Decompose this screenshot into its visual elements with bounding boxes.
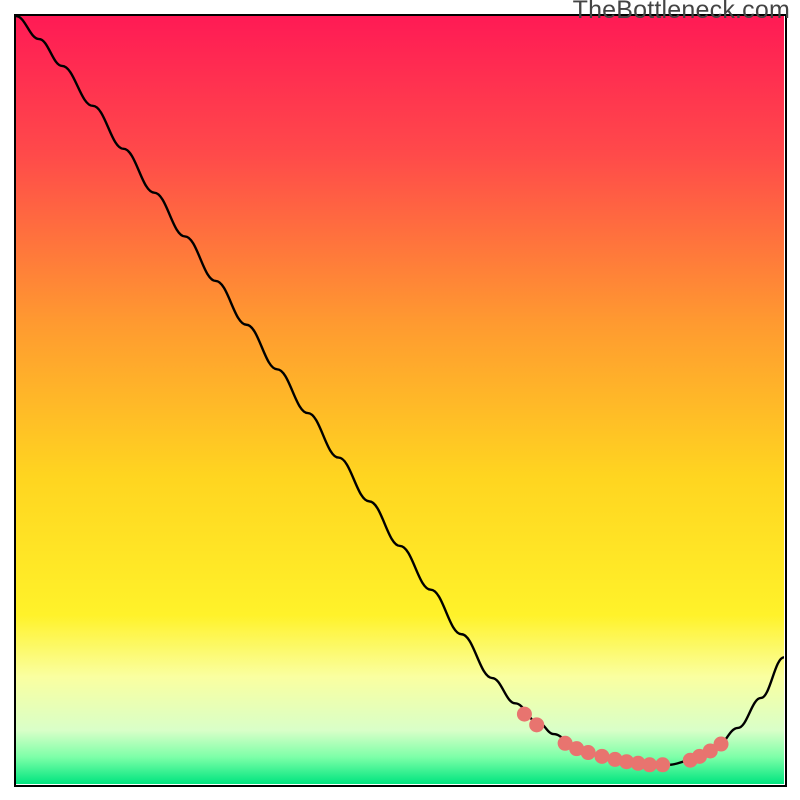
watermark-text: TheBottleneck.com: [573, 0, 790, 25]
marker-dot: [655, 757, 670, 772]
marker-dot: [581, 745, 596, 760]
chart-svg: [16, 16, 784, 784]
marker-dot: [714, 737, 729, 752]
chart-frame: TheBottleneck.com: [0, 0, 800, 800]
marker-dot: [529, 717, 544, 732]
plot-area: [14, 14, 787, 787]
gradient-background: [16, 16, 784, 784]
marker-dot: [517, 707, 532, 722]
marker-dot: [594, 749, 609, 764]
marker-dot: [642, 757, 657, 772]
